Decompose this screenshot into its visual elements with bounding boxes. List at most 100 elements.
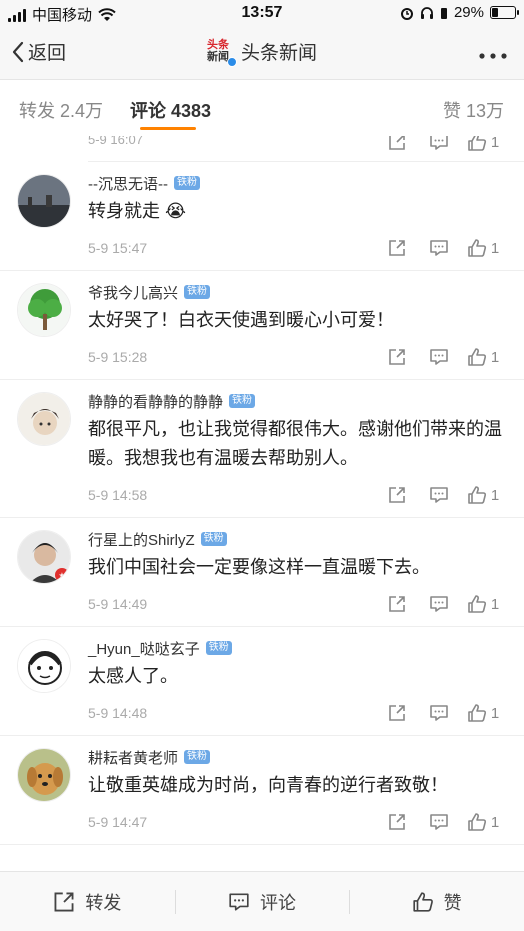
comment-actions: 1 (376, 699, 506, 727)
like-button[interactable]: 1 (460, 343, 506, 371)
like-count: 1 (490, 348, 500, 366)
avatar[interactable]: ★ (17, 530, 71, 584)
partial-comment: 5-9 16:07 1 (88, 136, 524, 162)
fan-badge: 铁粉 (200, 532, 227, 546)
comment-footer: 5-9 14:47 1 (88, 800, 506, 844)
comment-footer: 5-9 14:58 1 (88, 473, 506, 517)
fan-badge: 铁粉 (173, 176, 200, 190)
fan-badge: 铁粉 (184, 750, 211, 764)
battery-fill (492, 8, 498, 17)
reply-button[interactable] (418, 136, 460, 156)
commenter-name[interactable]: 耕耘者黄老师 (88, 747, 178, 768)
comment-actions: 1 (376, 808, 506, 836)
like-icon (468, 136, 486, 151)
status-bar: 中国移动 13:57 29% (0, 0, 524, 26)
comment-icon (430, 705, 448, 721)
nav-title: 头条 新闻 头条新闻 (0, 38, 524, 67)
toutiao-logo: 头条 新闻 (206, 38, 237, 67)
comment-icon (430, 136, 448, 150)
status-right: 29% (400, 4, 519, 21)
battery-icon (490, 6, 519, 19)
comment-icon (229, 892, 249, 911)
share-button[interactable] (376, 481, 418, 509)
avatar[interactable] (17, 392, 71, 446)
reply-button[interactable] (418, 808, 460, 836)
comment-actions: 1 (376, 481, 506, 509)
alarm-icon (400, 7, 413, 20)
comment-item[interactable]: ★ 行星上的ShirlyZ 铁粉 我们中国社会一定要像这样一直温暖下去。 5-9 14:… (0, 518, 524, 627)
comment-footer: 5-9 14:49 1 (88, 582, 506, 626)
share-button[interactable] (376, 808, 418, 836)
tab-comment[interactable]: 评论 4383 (130, 97, 211, 123)
battery-percent: 29% (453, 4, 484, 21)
logo-line1: 头条 (206, 38, 229, 51)
comment-time: 5-9 15:28 (88, 349, 148, 365)
reply-button[interactable] (418, 343, 460, 371)
share-button[interactable] (376, 699, 418, 727)
lock-rotation-icon (440, 7, 447, 19)
comment-item[interactable]: _Hyun_哒哒玄子 铁粉 太感人了。 5-9 14:48 1 (0, 627, 524, 736)
like-button[interactable]: 1 (460, 699, 506, 727)
comment-text: 转身就走 😭 (88, 201, 187, 221)
share-icon (54, 892, 74, 911)
bottom-repost-button[interactable]: 转发 (0, 872, 175, 931)
comment-footer: 5-9 15:28 1 (88, 335, 506, 379)
share-icon (389, 596, 405, 612)
comment-text: 太好哭了！白衣天使遇到暖心小可爱！ (88, 310, 394, 330)
avatar[interactable] (17, 283, 71, 337)
avatar[interactable] (17, 748, 71, 802)
comment-time: 5-9 14:47 (88, 814, 148, 830)
comment-time: 5-9 15:47 (88, 240, 148, 256)
like-button[interactable]: 1 (460, 808, 506, 836)
comment-header: 静静的看静静的静静 铁粉 (88, 390, 506, 412)
like-button[interactable]: 1 (460, 590, 506, 618)
comment-item[interactable]: 耕耘者黄老师 铁粉 让敬重英雄成为时尚，向青春的逆行者致敬！ 5-9 14:47 1 (0, 736, 524, 845)
like-button[interactable]: 1 (460, 234, 506, 262)
reply-button[interactable] (418, 590, 460, 618)
comment-item[interactable]: --沉思无语-- 铁粉转身就走 😭 5-9 15:47 1 (0, 162, 524, 271)
comment-header: --沉思无语-- 铁粉 (88, 172, 506, 194)
bottom-like-button[interactable]: 赞 (349, 872, 524, 931)
bottom-comment-button[interactable]: 评论 (174, 872, 350, 931)
comment-header: 行星上的ShirlyZ 铁粉 (88, 528, 506, 550)
avatar[interactable] (17, 639, 71, 693)
share-button[interactable] (376, 343, 418, 371)
tab-repost[interactable]: 转发 2.4万 (19, 97, 103, 123)
comment-footer: 5-9 14:48 1 (88, 691, 506, 735)
commenter-name[interactable]: --沉思无语-- (88, 173, 168, 194)
comment-item[interactable]: 爷我今儿高兴 铁粉 太好哭了！白衣天使遇到暖心小可爱！ 5-9 15:28 1 (0, 271, 524, 380)
comment-item[interactable]: 静静的看静静的静静 铁粉 都很平凡，也让我觉得都很伟大。感谢他们带来的温暖。我想我也… (0, 380, 524, 518)
like-icon (468, 239, 486, 257)
comment-header: 爷我今儿高兴 铁粉 (88, 281, 506, 303)
like-icon (468, 813, 486, 831)
share-button[interactable] (376, 136, 418, 156)
reply-button[interactable] (418, 699, 460, 727)
like-icon (468, 595, 486, 613)
like-button[interactable]: 1 (460, 136, 506, 156)
like-icon (468, 348, 486, 366)
tab-like[interactable]: 赞 13万 (443, 97, 504, 123)
commenter-name[interactable]: 行星上的ShirlyZ (88, 529, 195, 550)
comment-body: --沉思无语-- 铁粉转身就走 😭 5-9 15:47 1 (88, 162, 524, 270)
reply-button[interactable] (418, 234, 460, 262)
avatar[interactable] (17, 174, 71, 228)
commenter-name[interactable]: 静静的看静静的静静 (88, 391, 223, 412)
comment-time: 5-9 16:07 (88, 136, 143, 147)
headphones-icon (420, 6, 433, 19)
share-button[interactable] (376, 590, 418, 618)
comment-text: 太感人了。 (88, 666, 178, 686)
like-count: 1 (490, 595, 500, 613)
more-button[interactable] (478, 40, 508, 66)
comment-time: 5-9 14:49 (88, 596, 148, 612)
comment-body: 耕耘者黄老师 铁粉 让敬重英雄成为时尚，向青春的逆行者致敬！ 5-9 14:47 1 (88, 736, 524, 844)
like-icon (468, 486, 486, 504)
like-button[interactable]: 1 (460, 481, 506, 509)
reply-button[interactable] (418, 481, 460, 509)
share-icon (389, 349, 405, 365)
comment-body: _Hyun_哒哒玄子 铁粉 太感人了。 5-9 14:48 1 (88, 627, 524, 735)
commenter-name[interactable]: _Hyun_哒哒玄子 (88, 638, 200, 659)
comment-list[interactable]: 5-9 16:07 1 --沉思无语-- 铁粉 转身就走 😭 5-9 15:47 1 爷我… (0, 136, 524, 871)
commenter-name[interactable]: 爷我今儿高兴 (88, 282, 178, 303)
comment-header: _Hyun_哒哒玄子 铁粉 (88, 637, 506, 659)
share-button[interactable] (376, 234, 418, 262)
